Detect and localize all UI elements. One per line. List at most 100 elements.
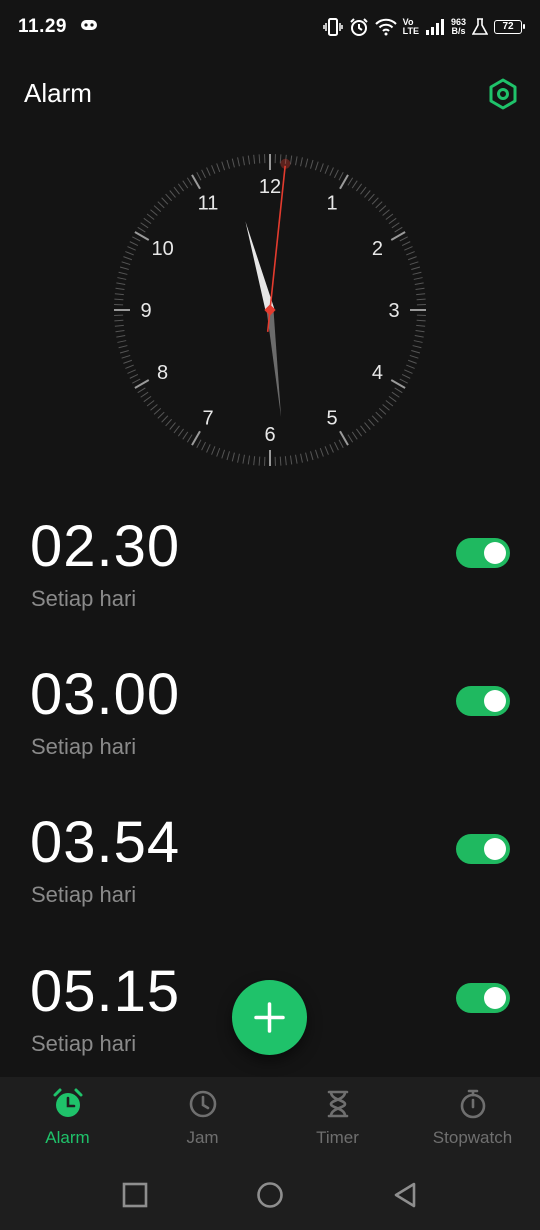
status-bar: 11.29 Vo LTE 963 B/s 72 [0,0,540,56]
clock-tick [226,451,230,461]
clock-tick [401,241,411,247]
clock-tick [413,340,423,343]
alarm-toggle[interactable] [456,834,510,864]
tab-stopwatch[interactable]: Stopwatch [405,1077,540,1165]
hour-hand [245,221,275,312]
add-alarm-button[interactable] [232,980,307,1055]
clock-tick [127,246,136,251]
clock-tick [117,277,127,280]
clock-tick [391,391,400,398]
clock-tick [121,261,131,266]
clock-tick [196,439,202,448]
clock-tick [115,287,125,291]
tab-timer[interactable]: Timer [270,1077,405,1165]
alarm-time: 03.54 [30,810,181,875]
clock-tick [127,369,136,374]
recents-square-icon[interactable] [122,1181,148,1209]
clock-tick [414,335,424,338]
alarm-item[interactable]: 02.30 Setiap hari [0,516,540,656]
tab-jam[interactable]: Jam [135,1077,270,1165]
clock-tick [123,256,133,261]
tab-alarm[interactable]: Alarm [0,1077,135,1165]
clock-tick [347,434,354,443]
clock-tick [169,422,176,430]
clock-tick [289,455,293,465]
clock-tick [416,319,426,322]
clock-tick [279,456,282,466]
clock-tick [137,226,146,233]
clock-tick [355,183,363,192]
clock-tick [114,324,124,327]
alarm-toggle[interactable] [456,686,510,716]
alarm-status-icon [349,18,368,36]
clock-tick [116,335,126,338]
alarm-item[interactable]: 03.54 Setiap hari [0,812,540,952]
clock-tick [382,404,390,411]
clock-tick [231,158,235,168]
clock-tick [295,454,298,464]
volte-bottom-label: LTE [402,26,419,36]
clock-tick [242,454,245,464]
alarm-repeat: Setiap hari [31,1031,137,1056]
clock-number: 5 [326,407,337,429]
clock-tick [182,431,189,440]
clock-tick [116,282,126,285]
alarm-repeat: Setiap hari [31,734,137,759]
clock-tick [375,201,383,209]
net-speed: 963 B/s [451,18,466,36]
clock-number: 2 [372,238,383,260]
clock-tick [186,177,193,186]
clock-tick [211,165,216,174]
toggle-knob [484,542,506,564]
alarm-time: 05.15 [30,959,181,1024]
clock-tick [201,169,207,179]
clock-tick [216,163,221,173]
clock-tick [407,359,417,364]
clock-tick [140,391,149,398]
alarm-toggle[interactable] [456,538,510,568]
clock-tick [177,428,185,437]
wifi-icon [374,18,397,36]
clock-tick [247,455,251,465]
clock-tick [221,449,226,459]
alarm-toggle[interactable] [456,983,510,1013]
settings-hexagon-icon[interactable] [486,77,520,111]
home-circle-icon[interactable] [256,1181,284,1209]
alarm-repeat: Setiap hari [31,586,137,611]
clock-tick [143,217,152,225]
alarm-clock-icon [53,1088,82,1117]
clock-tick [319,447,324,457]
clock-tick [242,156,245,166]
hourglass-icon [327,1090,348,1118]
clock-tick [118,345,128,349]
clock-tick [364,422,371,430]
game-controller-icon [81,20,97,30]
clock-tick [310,159,314,169]
alarm-time: 03.00 [30,662,181,727]
clock-number: 12 [259,176,281,198]
clock-number: 3 [388,300,399,322]
clock-tick [132,236,141,242]
clock-tick [129,373,139,379]
clock-tick [150,404,158,411]
tab-timer-label: Timer [316,1128,359,1147]
clock-tick [161,415,169,423]
second-hand-tip [280,158,291,169]
alarm-item[interactable]: 03.00 Setiap hari [0,664,540,804]
clock-tick [165,418,173,427]
clock-tick [382,209,390,216]
clock-tick [253,154,256,164]
clock-tick [146,213,155,220]
clock-tick [143,395,152,403]
clock-number: 7 [202,407,213,429]
tab-stopwatch-label: Stopwatch [432,1128,513,1147]
vibrate-icon [322,18,343,36]
clock-tick [414,282,424,285]
alarm-repeat: Setiap hari [31,882,137,907]
clock-tick [173,186,180,195]
back-triangle-icon[interactable] [392,1181,418,1209]
status-icons: Vo LTE 963 B/s 72 [322,14,525,40]
clock-tick [157,201,165,209]
clock-tick [118,271,128,275]
clock-tick [196,172,202,181]
